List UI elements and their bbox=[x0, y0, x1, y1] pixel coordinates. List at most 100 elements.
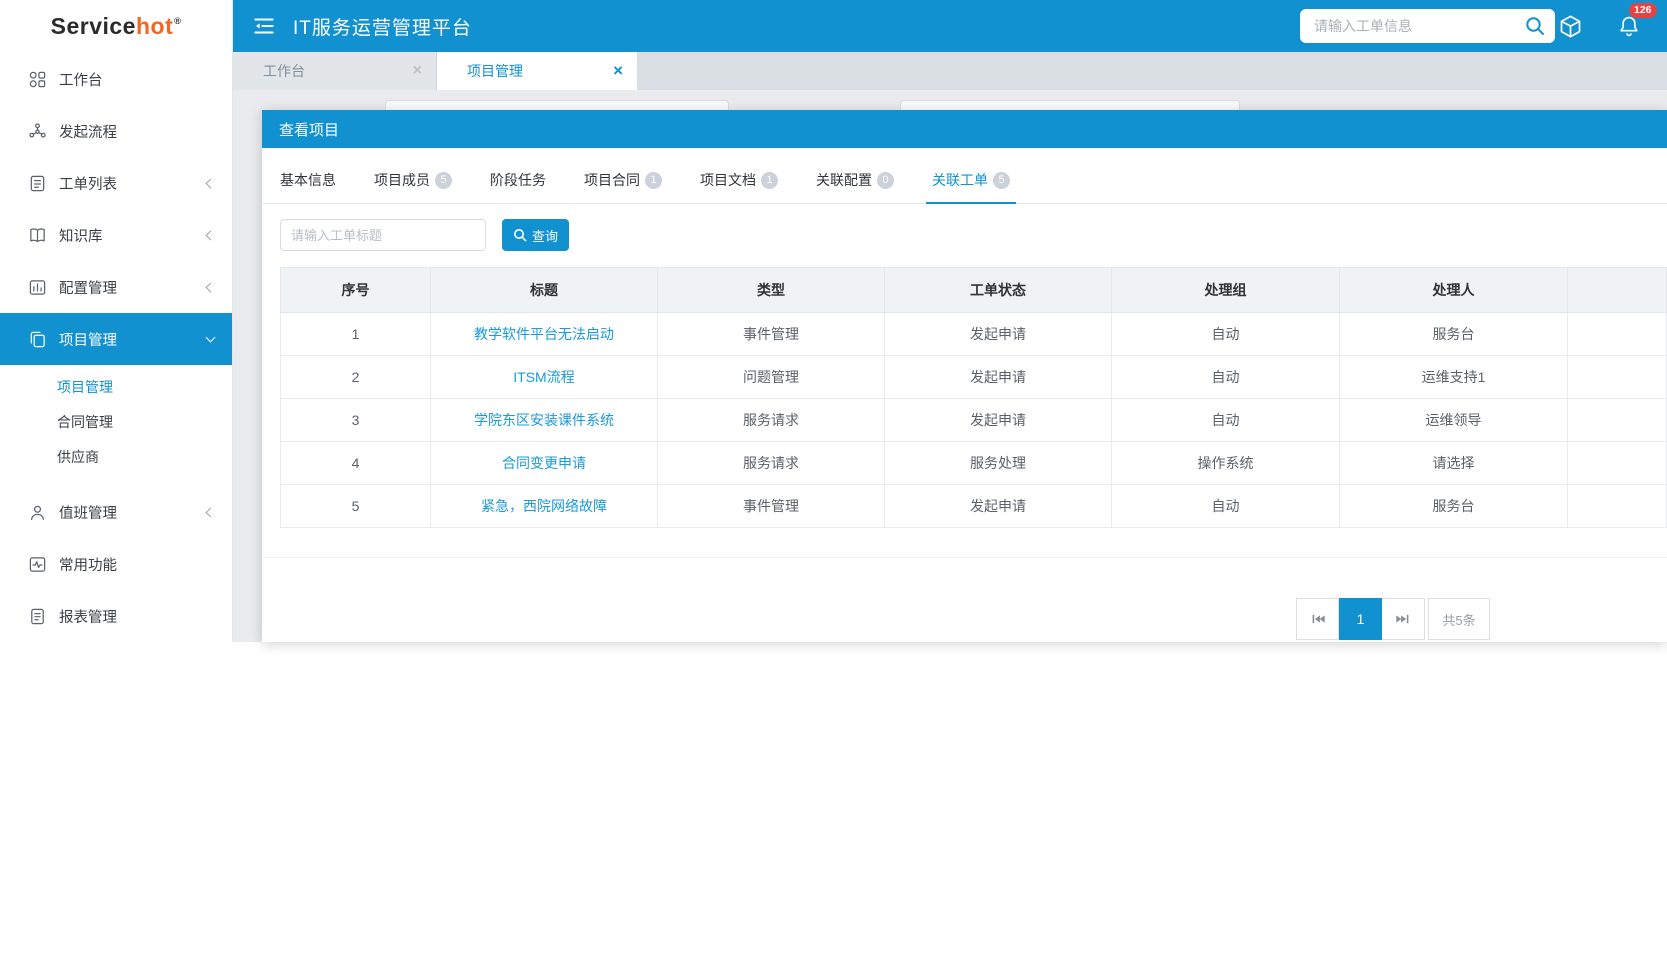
ticket-title-link[interactable]: 学院东区安装课件系统 bbox=[474, 412, 614, 428]
dialog-tabs: 基本信息项目成员5阶段任务项目合同1项目文档1关联配置0关联工单5 bbox=[262, 162, 1667, 204]
page-tab-label: 工作台 bbox=[263, 61, 413, 81]
search-icon[interactable] bbox=[1524, 15, 1546, 37]
table-row: 5紧急，西院网络故障事件管理发起申请自动服务台 bbox=[281, 485, 1667, 528]
table-cell: 自动 bbox=[1112, 313, 1340, 356]
count-badge: 5 bbox=[435, 172, 452, 189]
chevron-left-icon bbox=[206, 230, 216, 240]
sidebar-item-project-mgmt[interactable]: 项目管理 bbox=[0, 313, 232, 365]
topbar-search bbox=[1300, 9, 1555, 43]
table-cell: 2 bbox=[281, 356, 431, 399]
dialog-tab-label: 关联工单 bbox=[932, 170, 988, 190]
notifications-button[interactable]: 126 bbox=[1616, 13, 1642, 39]
ticket-title-link[interactable]: 教学软件平台无法启动 bbox=[474, 326, 614, 342]
related-tickets-table: 序号标题类型工单状态处理组处理人1教学软件平台无法启动事件管理发起申请自动服务台… bbox=[280, 267, 1667, 528]
table-cell: 发起申请 bbox=[885, 313, 1112, 356]
ticket-title-link[interactable]: 合同变更申请 bbox=[502, 455, 586, 471]
dialog-tab-documents[interactable]: 项目文档1 bbox=[700, 162, 778, 203]
dialog-tab-contracts[interactable]: 项目合同1 bbox=[584, 162, 662, 203]
table-cell: 运维支持1 bbox=[1340, 356, 1568, 399]
dialog-tab-label: 基本信息 bbox=[280, 170, 336, 190]
table-cell: 请选择 bbox=[1340, 442, 1568, 485]
close-tab-icon[interactable]: × bbox=[613, 61, 623, 81]
table-cell: 运维领导 bbox=[1340, 399, 1568, 442]
notification-badge: 126 bbox=[1629, 3, 1657, 18]
table-cell-empty bbox=[1568, 313, 1667, 356]
total-count: 共5条 bbox=[1428, 598, 1490, 640]
sidebar-item-knowledge-base[interactable]: 知识库 bbox=[0, 209, 232, 261]
table-cell: 服务处理 bbox=[885, 442, 1112, 485]
topbar-search-input[interactable] bbox=[1312, 17, 1524, 35]
sidebar-item-start-flow[interactable]: 发起流程 bbox=[0, 105, 232, 157]
dialog-tab-members[interactable]: 项目成员5 bbox=[374, 162, 452, 203]
table-cell: 服务台 bbox=[1340, 485, 1568, 528]
ticket-title-link[interactable]: ITSM流程 bbox=[513, 369, 574, 385]
sidebar-subitem-project-mgmt-sub[interactable]: 项目管理 bbox=[0, 369, 232, 404]
table-cell-empty bbox=[1568, 356, 1667, 399]
query-button[interactable]: 查询 bbox=[502, 219, 569, 251]
project-docs-icon bbox=[28, 330, 47, 349]
app-title: IT服务运营管理平台 bbox=[293, 13, 472, 40]
table-cell: 服务请求 bbox=[658, 442, 885, 485]
table-cell: 发起申请 bbox=[885, 485, 1112, 528]
table-header-cell: 处理组 bbox=[1112, 268, 1340, 313]
chevron-down-icon bbox=[206, 332, 216, 342]
table-cell: 5 bbox=[281, 485, 431, 528]
dialog-header: 查看项目 bbox=[262, 110, 1667, 148]
table-header-cell: 处理人 bbox=[1340, 268, 1568, 313]
dialog-tab-related-tickets[interactable]: 关联工单5 bbox=[932, 162, 1010, 203]
dialog-tab-basic-info[interactable]: 基本信息 bbox=[280, 162, 336, 203]
page-tab-project-mgmt[interactable]: 项目管理× bbox=[437, 52, 637, 90]
close-tab-icon[interactable]: × bbox=[413, 62, 422, 80]
next-page-button[interactable] bbox=[1382, 598, 1425, 640]
sidebar-item-label: 发起流程 bbox=[59, 121, 214, 142]
chevron-left-icon bbox=[206, 282, 216, 292]
page-tab-workbench[interactable]: 工作台× bbox=[233, 52, 437, 90]
pulse-panel-icon bbox=[28, 555, 47, 574]
sidebar-item-common-functions[interactable]: 常用功能 bbox=[0, 538, 232, 590]
page-tab-label: 项目管理 bbox=[467, 61, 613, 81]
sidebar-item-ticket-list[interactable]: 工单列表 bbox=[0, 157, 232, 209]
dialog-tab-stage-tasks[interactable]: 阶段任务 bbox=[490, 162, 546, 203]
sidebar-item-label: 报表管理 bbox=[59, 606, 214, 627]
first-page-button[interactable] bbox=[1296, 598, 1339, 640]
chevron-left-icon bbox=[206, 178, 216, 188]
table-cell: 3 bbox=[281, 399, 431, 442]
dialog-tab-label: 项目合同 bbox=[584, 170, 640, 190]
brand-name-suffix: hot bbox=[136, 13, 173, 40]
chevron-left-icon bbox=[206, 507, 216, 517]
sidebar-item-config-mgmt[interactable]: 配置管理 bbox=[0, 261, 232, 313]
sidebar-item-label: 常用功能 bbox=[59, 554, 214, 575]
topbar: IT服务运营管理平台 126 bbox=[233, 0, 1667, 52]
ticket-title-input[interactable] bbox=[280, 219, 486, 251]
pagination: 1 共5条 bbox=[1296, 598, 1490, 640]
table-cell: 4 bbox=[281, 442, 431, 485]
sidebar-subitem-supplier[interactable]: 供应商 bbox=[0, 439, 232, 474]
dialog-tab-related-config[interactable]: 关联配置0 bbox=[816, 162, 894, 203]
collapse-menu-icon[interactable] bbox=[251, 13, 277, 39]
page-1-button[interactable]: 1 bbox=[1339, 598, 1382, 640]
table-cell: 服务请求 bbox=[658, 399, 885, 442]
table-cell: 1 bbox=[281, 313, 431, 356]
sidebar-subitem-label: 合同管理 bbox=[57, 412, 113, 432]
sidebar-subitem-label: 供应商 bbox=[57, 447, 99, 467]
dialog-title: 查看项目 bbox=[279, 119, 339, 140]
table-row: 1教学软件平台无法启动事件管理发起申请自动服务台 bbox=[281, 313, 1667, 356]
ticket-title-cell: 紧急，西院网络故障 bbox=[431, 485, 658, 528]
view-project-dialog: 查看项目 基本信息项目成员5阶段任务项目合同1项目文档1关联配置0关联工单5 查… bbox=[262, 110, 1667, 642]
sidebar-item-duty-mgmt[interactable]: 值班管理 bbox=[0, 486, 232, 538]
sidebar-item-label: 工作台 bbox=[59, 69, 214, 90]
ticket-title-cell: 教学软件平台无法启动 bbox=[431, 313, 658, 356]
query-button-label: 查询 bbox=[532, 226, 558, 245]
report-doc-icon bbox=[28, 607, 47, 626]
sidebar-subitem-contract-mgmt[interactable]: 合同管理 bbox=[0, 404, 232, 439]
ticket-search-toolbar: 查询 bbox=[280, 219, 1667, 251]
app-cube-icon[interactable] bbox=[1557, 13, 1584, 40]
table-cell: 操作系统 bbox=[1112, 442, 1340, 485]
brand-logo: Servicehot® bbox=[0, 0, 232, 53]
ticket-title-link[interactable]: 紧急，西院网络故障 bbox=[481, 498, 607, 514]
table-row: 4 合同变更申请 服务请求服务处理操作系统请选择 bbox=[281, 442, 1667, 485]
last-page-icon bbox=[1395, 611, 1411, 627]
sidebar-item-workbench[interactable]: 工作台 bbox=[0, 53, 232, 105]
brand-name-prefix: Service bbox=[51, 13, 136, 40]
sidebar-item-report-mgmt[interactable]: 报表管理 bbox=[0, 590, 232, 642]
